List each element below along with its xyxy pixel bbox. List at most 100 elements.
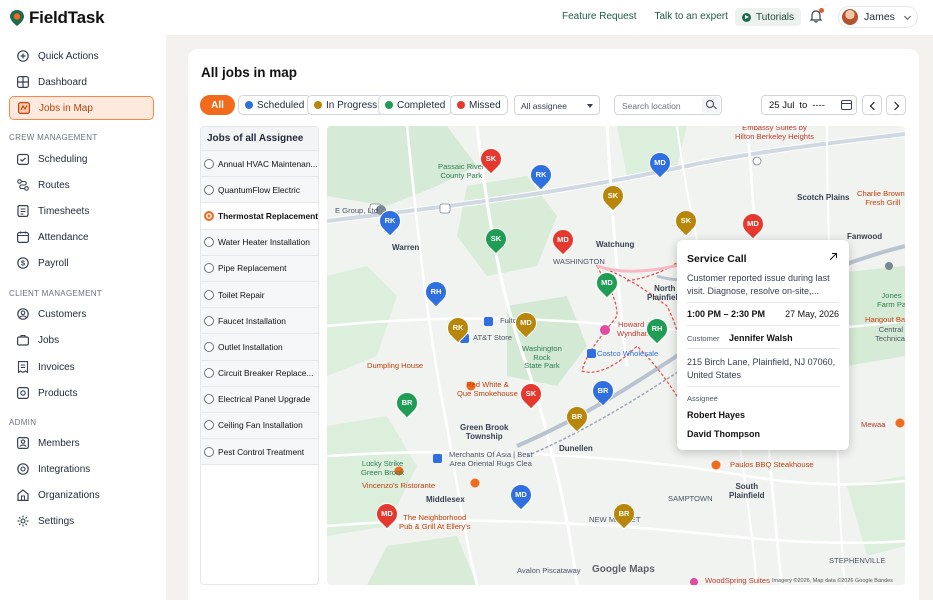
filter-missed-button[interactable]: Missed	[450, 95, 508, 115]
map-pin[interactable]: RH	[641, 313, 673, 346]
feature-request-link[interactable]: Feature Request	[562, 11, 637, 22]
calendar-check-icon	[17, 153, 29, 165]
job-list-item[interactable]: Circuit Breaker Replace...	[201, 360, 318, 387]
sidebar-item-members[interactable]: Members	[9, 431, 154, 455]
sidebar-item-settings[interactable]: Settings	[9, 509, 154, 533]
filter-in-progress-button[interactable]: In Progress	[307, 95, 385, 115]
filter-scheduled-button[interactable]: Scheduled	[238, 95, 312, 115]
map-pin[interactable]: MD	[371, 498, 403, 531]
radio-button[interactable]	[204, 420, 214, 431]
pin-initials: MD	[381, 509, 393, 518]
map-pin[interactable]: BR	[608, 498, 640, 531]
sidebar-item-routes[interactable]: Routes	[9, 173, 154, 197]
sidebar-item-integrations[interactable]: Integrations	[9, 457, 154, 481]
map-pin[interactable]: SK	[670, 205, 702, 238]
notifications-button[interactable]	[809, 8, 824, 23]
job-list-item[interactable]: Annual HVAC Maintenan...	[201, 151, 318, 178]
map-pin[interactable]: MD	[510, 307, 542, 340]
radio-button[interactable]	[204, 368, 214, 379]
job-list-item[interactable]: Toilet Repair	[201, 281, 318, 309]
map-pin[interactable]: RK	[442, 312, 474, 345]
job-list-item[interactable]: Faucet Installation	[201, 308, 318, 335]
job-list-item[interactable]: QuantumFlow Electric	[201, 177, 318, 204]
map-pin[interactable]: RK	[374, 205, 406, 238]
assignee-select[interactable]: All assignee	[514, 95, 600, 115]
sidebar-item-organizations[interactable]: Organizations	[9, 483, 154, 507]
sidebar-item-products[interactable]: Products	[9, 381, 154, 405]
job-title: Electrical Panel Upgrade	[218, 394, 311, 405]
map-label: AT&T Store	[473, 333, 512, 342]
filter-all-button[interactable]: All	[200, 95, 235, 115]
map-pin[interactable]: SK	[515, 378, 547, 411]
radio-button[interactable]	[204, 315, 214, 326]
job-list-item[interactable]: Outlet Installation	[201, 334, 318, 361]
tutorials-button[interactable]: Tutorials	[735, 8, 801, 26]
avatar	[842, 9, 858, 25]
sidebar-item-scheduling[interactable]: Scheduling	[9, 147, 154, 171]
radio-button[interactable]	[204, 289, 214, 300]
map-pin[interactable]: BR	[587, 375, 619, 408]
map-pin[interactable]: SK	[480, 223, 512, 256]
job-list-item[interactable]: Ceiling Fan Installation	[201, 412, 318, 440]
pin-initials: SK	[490, 234, 502, 243]
sidebar-item-payroll[interactable]: $ Payroll	[9, 251, 154, 275]
external-link-icon[interactable]	[829, 253, 837, 261]
radio-button[interactable]	[204, 184, 214, 195]
radio-button[interactable]	[204, 263, 214, 274]
map-pin[interactable]: RH	[420, 276, 452, 309]
map-pin[interactable]: SK	[597, 180, 629, 213]
status-dot	[457, 101, 465, 109]
sidebar-item-attendance[interactable]: Attendance	[9, 225, 154, 249]
sidebar-item-quick-actions[interactable]: Quick Actions	[9, 44, 154, 68]
radio-button[interactable]	[204, 394, 214, 405]
map-pin[interactable]: MD	[547, 224, 579, 257]
radio-button[interactable]	[204, 237, 214, 248]
talk-to-expert-link[interactable]: Talk to an expert	[655, 11, 728, 22]
search-icon[interactable]	[702, 97, 720, 113]
sidebar-item-customers[interactable]: Customers	[9, 302, 154, 326]
sidebar-item-label: Integrations	[38, 463, 91, 475]
integrations-icon	[17, 463, 29, 475]
job-list-item[interactable]: Pest Control Treatment	[201, 439, 318, 466]
sidebar-item-invoices[interactable]: Invoices	[9, 355, 154, 379]
map-pin[interactable]: BR	[561, 401, 593, 434]
header-links: Feature Request Talk to an expert	[562, 11, 746, 22]
radio-button[interactable]	[204, 341, 214, 352]
sidebar-item-label: Attendance	[38, 231, 89, 243]
pin-initials: RK	[384, 216, 396, 225]
sidebar-item-timesheets[interactable]: Timesheets	[9, 199, 154, 223]
date-range-picker[interactable]: 25 Jul to ----	[761, 95, 857, 115]
job-list-item[interactable]: Water Heater Installation	[201, 229, 318, 256]
filter-label: Missed	[469, 99, 501, 111]
assignee-select-value: All assignee	[521, 101, 567, 111]
map-pin[interactable]: MD	[737, 208, 769, 241]
filter-completed-button[interactable]: Completed	[378, 95, 453, 115]
radio-button[interactable]	[204, 446, 214, 457]
prev-date-button[interactable]	[862, 95, 882, 115]
next-date-button[interactable]	[886, 95, 906, 115]
popup-time: 1:00 PM – 2:30 PM	[687, 309, 766, 319]
sidebar-item-dashboard[interactable]: Dashboard	[9, 70, 154, 94]
sidebar-item-label: Dashboard	[38, 76, 87, 88]
radio-button[interactable]	[204, 158, 214, 169]
pin-initials: RH	[430, 287, 442, 296]
user-menu[interactable]: James	[838, 6, 918, 28]
sidebar-item-jobs[interactable]: Jobs	[9, 328, 154, 352]
radio-button-selected[interactable]	[204, 210, 214, 221]
map-pin[interactable]: BR	[391, 387, 423, 420]
location-search-input[interactable]: Search location	[614, 95, 722, 115]
map-pin[interactable]: MD	[505, 479, 537, 512]
map-pin[interactable]: RK	[525, 159, 557, 192]
sidebar-item-jobs-in-map[interactable]: Jobs in Map	[9, 96, 154, 120]
map-pin[interactable]: MD	[591, 267, 623, 300]
job-list-item-selected[interactable]: Thermostat Replacement	[201, 203, 318, 230]
job-list-item[interactable]: Pipe Replacement	[201, 255, 318, 282]
job-list-item[interactable]: Electrical Panel Upgrade	[201, 386, 318, 413]
notification-badge	[819, 8, 824, 13]
app-logo[interactable]: FieldTask	[10, 8, 105, 28]
map-pin[interactable]: SK	[475, 143, 507, 176]
map-pin[interactable]: MD	[644, 147, 676, 180]
timesheet-icon	[17, 205, 29, 217]
divider	[687, 348, 839, 349]
job-title: Annual HVAC Maintenan...	[218, 158, 318, 169]
